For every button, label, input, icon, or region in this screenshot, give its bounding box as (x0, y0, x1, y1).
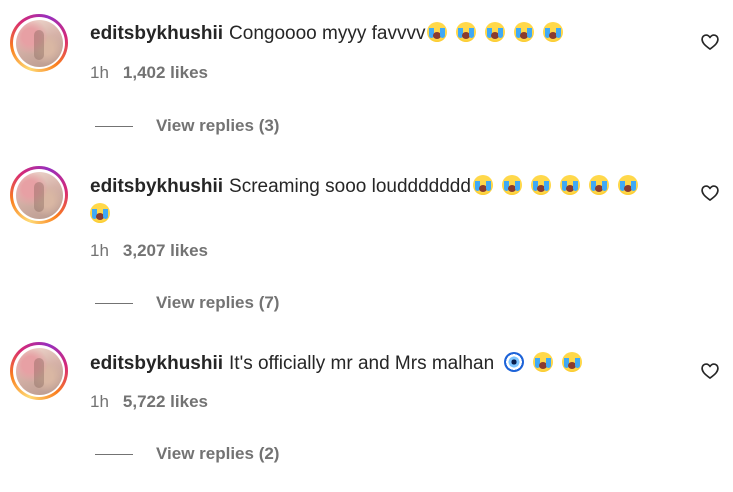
crying-face-emoji (456, 22, 477, 42)
avatar[interactable] (10, 342, 68, 400)
comment-username[interactable]: editsbykhushii (90, 176, 223, 197)
crying-face-emoji (427, 22, 448, 42)
crying-face-emoji (514, 22, 535, 42)
view-replies-label: View replies (2) (156, 444, 280, 463)
comment-username[interactable]: editsbykhushii (90, 23, 223, 44)
crying-face-emoji (90, 203, 110, 223)
nazar-amulet-emoji (504, 352, 525, 372)
comment-time[interactable]: 1h (90, 241, 109, 260)
avatar[interactable] (10, 166, 68, 224)
comment-meta: 1h 5,722 likes (90, 392, 208, 412)
crying-face-emoji (501, 175, 522, 195)
comment-body: Congoooo myyy favvvv (229, 23, 426, 44)
comment-text: editsbykhushii Screaming sooo louddddddd (90, 173, 665, 229)
comment-username[interactable]: editsbykhushii (90, 353, 223, 374)
crying-face-emoji (588, 175, 609, 195)
comment-text: editsbykhushii It's officially mr and Mrs… (90, 350, 673, 378)
avatar[interactable] (10, 14, 68, 72)
replies-divider (95, 125, 133, 127)
comment-meta: 1h 1,402 likes (90, 63, 208, 83)
comment-time[interactable]: 1h (90, 63, 109, 82)
comment-body: It's officially mr and Mrs malhan (229, 353, 495, 374)
comment-meta: 1h 3,207 likes (90, 241, 208, 261)
crying-face-emoji (533, 352, 554, 372)
comment-body: Screaming sooo louddddddd (229, 176, 471, 197)
view-replies-label: View replies (3) (156, 116, 280, 135)
replies-divider (95, 453, 133, 455)
comment-likes[interactable]: 5,722 likes (123, 392, 208, 411)
crying-face-emoji (562, 352, 583, 372)
view-replies-button[interactable]: View replies (7) (95, 293, 279, 313)
heart-outline-icon[interactable] (700, 32, 720, 52)
crying-face-emoji (472, 175, 493, 195)
comment-time[interactable]: 1h (90, 392, 109, 411)
view-replies-button[interactable]: View replies (2) (95, 444, 279, 464)
heart-outline-icon[interactable] (700, 361, 720, 381)
replies-divider (95, 302, 133, 304)
comment-likes[interactable]: 3,207 likes (123, 241, 208, 260)
avatar-image (15, 171, 63, 219)
heart-outline-icon[interactable] (700, 183, 720, 203)
avatar-image (15, 347, 63, 395)
crying-face-emoji (485, 22, 506, 42)
crying-face-emoji (559, 175, 580, 195)
crying-face-emoji (617, 175, 638, 195)
crying-face-emoji (530, 175, 551, 195)
crying-face-emoji (543, 22, 564, 42)
avatar-image (15, 19, 63, 67)
comment-likes[interactable]: 1,402 likes (123, 63, 208, 82)
view-replies-label: View replies (7) (156, 293, 280, 312)
comment-text: editsbykhushii Congoooo myyy favvvv (90, 20, 673, 48)
view-replies-button[interactable]: View replies (3) (95, 116, 279, 136)
